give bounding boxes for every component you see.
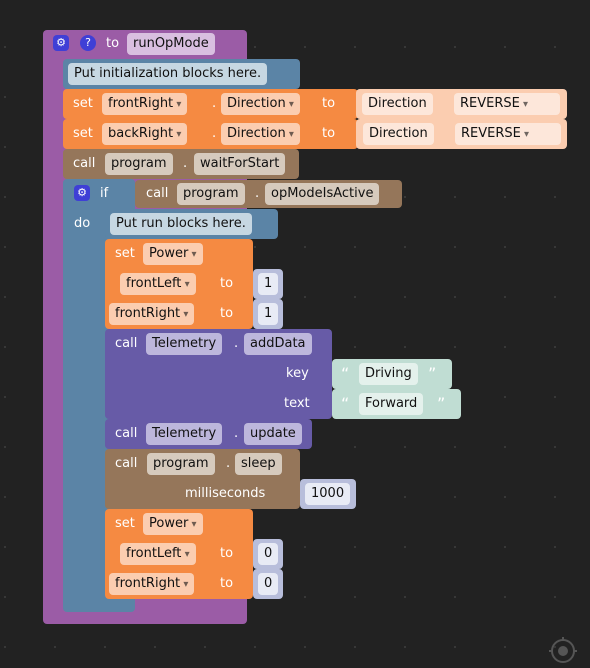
method-field: opModeIsActive xyxy=(265,183,380,205)
call-label: call xyxy=(115,456,138,471)
set-label: set xyxy=(73,96,93,111)
dot: . xyxy=(212,126,217,141)
to-label: to xyxy=(322,96,336,111)
motor-dropdown[interactable]: frontRight xyxy=(109,303,195,325)
dot: . xyxy=(183,156,188,171)
direction-value-dropdown[interactable]: REVERSE xyxy=(454,93,560,115)
help-icon[interactable]: ? xyxy=(80,35,96,51)
call-label: call xyxy=(73,156,96,171)
to-label: to xyxy=(220,306,234,321)
object-field: program xyxy=(177,183,245,205)
method-field: sleep xyxy=(235,453,282,475)
to-label: to xyxy=(220,576,234,591)
property-dropdown[interactable]: Direction xyxy=(221,93,300,115)
set-label: set xyxy=(115,246,135,261)
variable-dropdown[interactable]: Power xyxy=(143,243,203,265)
direction-value-dropdown[interactable]: REVERSE xyxy=(455,123,561,145)
gear-icon[interactable]: ⚙ xyxy=(53,35,69,51)
run-comment-text[interactable]: Put run blocks here. xyxy=(110,213,252,235)
device-dropdown[interactable]: frontRight xyxy=(102,93,188,115)
object-field: Telemetry xyxy=(146,423,223,445)
number-field[interactable]: 0 xyxy=(258,573,279,595)
method-field: waitForStart xyxy=(194,153,286,175)
property-dropdown[interactable]: Direction xyxy=(221,123,300,145)
open-quote: “ xyxy=(341,364,350,383)
function-name-field[interactable]: runOpMode xyxy=(127,33,215,55)
text-value-field[interactable]: Forward xyxy=(359,393,424,415)
close-quote: ” xyxy=(428,364,437,383)
milliseconds-label: milliseconds xyxy=(185,486,266,501)
dot: . xyxy=(234,426,239,441)
set-label: set xyxy=(73,126,93,141)
to-label: to xyxy=(220,546,234,561)
to-label: to xyxy=(106,36,120,51)
enum-label: Direction xyxy=(363,123,434,145)
key-label: key xyxy=(286,366,309,381)
object-field: program xyxy=(105,153,173,175)
dot: . xyxy=(255,186,260,201)
close-quote: ” xyxy=(437,394,446,413)
recenter-icon[interactable] xyxy=(548,636,580,668)
method-field: addData xyxy=(244,333,312,355)
method-field: update xyxy=(244,423,302,445)
call-label: call xyxy=(115,336,138,351)
variable-dropdown[interactable]: Power xyxy=(143,513,203,535)
number-field[interactable]: 1 xyxy=(258,273,279,295)
device-dropdown[interactable]: backRight xyxy=(102,123,188,145)
call-label: call xyxy=(146,186,169,201)
dot: . xyxy=(226,456,231,471)
milliseconds-field[interactable]: 1000 xyxy=(305,483,351,505)
to-label: to xyxy=(322,126,336,141)
number-field[interactable]: 1 xyxy=(258,303,279,325)
motor-dropdown[interactable]: frontLeft xyxy=(120,543,196,565)
open-quote: “ xyxy=(341,394,350,413)
text-label: text xyxy=(284,396,310,411)
init-comment-text[interactable]: Put initialization blocks here. xyxy=(68,63,268,85)
dot: . xyxy=(212,96,217,111)
motor-dropdown[interactable]: frontRight xyxy=(109,573,195,595)
enum-label: Direction xyxy=(362,93,433,115)
object-field: program xyxy=(147,453,215,475)
key-value-field[interactable]: Driving xyxy=(359,363,418,385)
gear-icon[interactable]: ⚙ xyxy=(74,185,90,201)
call-label: call xyxy=(115,426,138,441)
set-label: set xyxy=(115,516,135,531)
do-label: do xyxy=(74,216,91,231)
object-field: Telemetry xyxy=(146,333,223,355)
if-label: if xyxy=(100,186,109,201)
number-field[interactable]: 0 xyxy=(258,543,279,565)
to-label: to xyxy=(220,276,234,291)
dot: . xyxy=(234,336,239,351)
motor-dropdown[interactable]: frontLeft xyxy=(120,273,196,295)
